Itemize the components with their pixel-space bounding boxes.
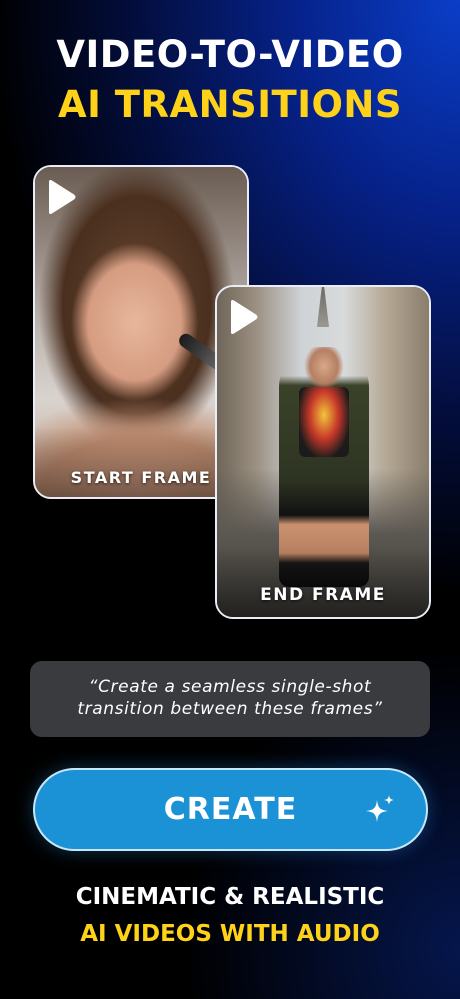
headline-line-1: VIDEO-TO-VIDEO [56, 33, 404, 76]
end-frame-card[interactable]: END FRAME [215, 285, 431, 619]
headline: VIDEO-TO-VIDEO AI TRANSITIONS [0, 30, 460, 130]
tagline-line-2: AI VIDEOS WITH AUDIO [80, 921, 380, 947]
play-icon[interactable] [45, 179, 77, 215]
end-frame-label: END FRAME [260, 585, 386, 605]
create-button-label: CREATE [163, 792, 298, 827]
tagline: CINEMATIC & REALISTIC AI VIDEOS WITH AUD… [0, 879, 460, 953]
play-icon[interactable] [227, 299, 259, 335]
tagline-line-1: CINEMATIC & REALISTIC [75, 884, 385, 910]
prompt-text-box: “Create a seamless single-shot transitio… [30, 661, 430, 737]
prompt-line-2: transition between these frames” [77, 699, 383, 719]
prompt-line-1: “Create a seamless single-shot [88, 677, 372, 697]
headline-line-2: AI TRANSITIONS [57, 83, 403, 126]
create-button[interactable]: CREATE [33, 768, 428, 851]
sparkle-icon [366, 795, 394, 822]
